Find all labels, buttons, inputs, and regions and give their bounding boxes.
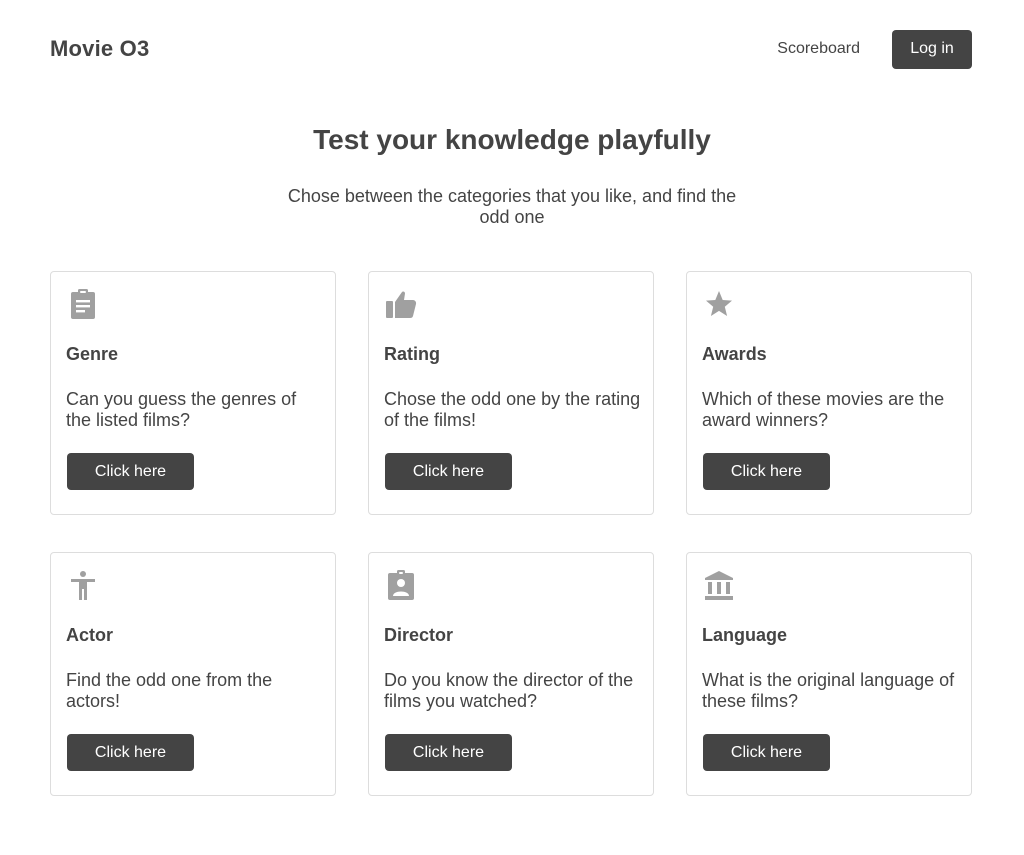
accessibility-person-icon xyxy=(67,569,99,601)
card-title: Director xyxy=(384,625,454,645)
category-card-rating: Rating Chose the odd one by the rating o… xyxy=(368,271,654,515)
top-nav: Scoreboard Log in xyxy=(777,29,972,69)
login-button[interactable]: Log in xyxy=(892,29,972,69)
card-title: Actor xyxy=(66,625,114,645)
category-grid: Genre Can you guess the genres of the li… xyxy=(50,271,972,796)
card-title: Language xyxy=(702,625,788,645)
card-description: Can you guess the genres of the listed f… xyxy=(66,389,297,430)
card-description: Which of these movies are the award winn… xyxy=(702,389,945,430)
card-description: Do you know the director of the films yo… xyxy=(384,670,634,711)
card-title: Awards xyxy=(702,344,767,364)
category-card-director: Director Do you know the director of the… xyxy=(368,552,654,796)
card-description: What is the original language of these f… xyxy=(702,670,955,711)
card-title: Genre xyxy=(66,344,119,364)
category-card-genre: Genre Can you guess the genres of the li… xyxy=(50,271,336,515)
page-subtitle: Chose between the categories that you li… xyxy=(287,186,737,227)
brand-logo-text[interactable]: Movie O3 xyxy=(50,36,149,62)
page-title: Test your knowledge playfully xyxy=(313,124,711,155)
bank-building-icon xyxy=(703,569,735,601)
thumbs-up-icon xyxy=(385,288,417,320)
top-header: Movie O3 Scoreboard Log in xyxy=(50,29,972,69)
rating-click-button[interactable]: Click here xyxy=(385,453,512,490)
director-click-button[interactable]: Click here xyxy=(385,734,512,771)
awards-click-button[interactable]: Click here xyxy=(703,453,830,490)
card-title: Rating xyxy=(384,344,440,364)
language-click-button[interactable]: Click here xyxy=(703,734,830,771)
card-description: Chose the odd one by the rating of the f… xyxy=(384,389,641,430)
contact-badge-icon xyxy=(385,569,417,601)
scoreboard-link[interactable]: Scoreboard xyxy=(777,40,860,58)
genre-click-button[interactable]: Click here xyxy=(67,453,194,490)
card-description: Find the odd one from the actors! xyxy=(66,670,273,711)
clipboard-icon xyxy=(67,288,99,320)
category-card-language: Language What is the original language o… xyxy=(686,552,972,796)
actor-click-button[interactable]: Click here xyxy=(67,734,194,771)
star-icon xyxy=(703,288,735,320)
category-card-awards: Awards Which of these movies are the awa… xyxy=(686,271,972,515)
category-card-actor: Actor Find the odd one from the actors! … xyxy=(50,552,336,796)
